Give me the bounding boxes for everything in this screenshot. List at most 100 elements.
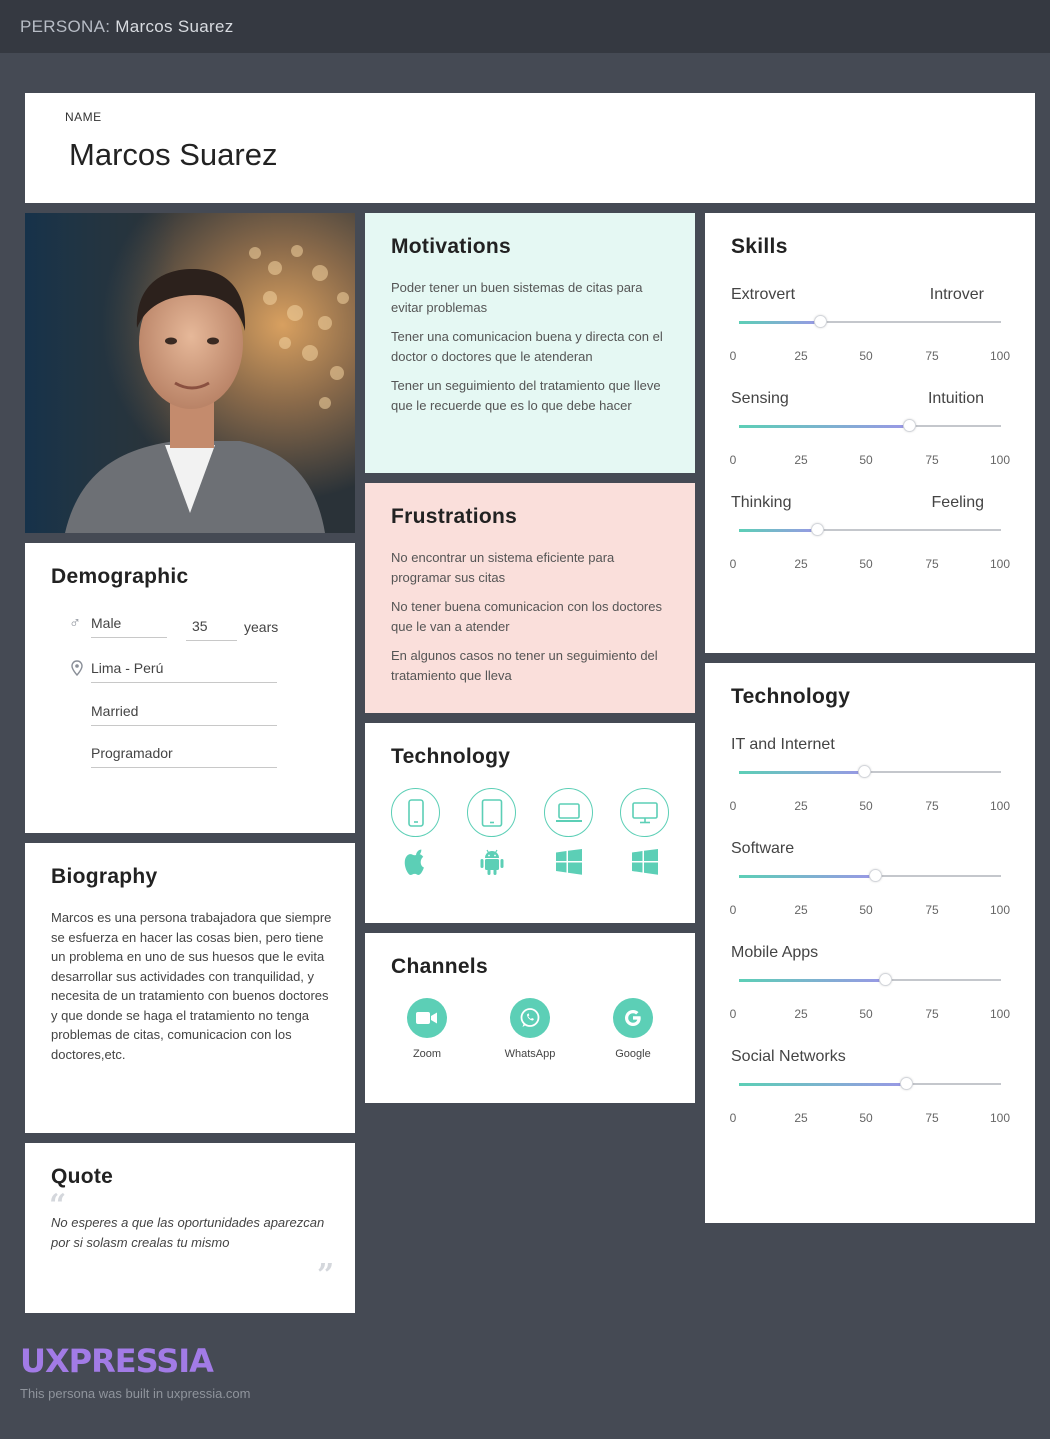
slider-tick: 75 — [925, 799, 939, 813]
slider-track[interactable] — [739, 973, 1001, 986]
skill-slider: Thinking Feeling 0 25 50 75 100 — [705, 494, 1035, 584]
motivations-title: Motivations — [391, 235, 511, 258]
frustration-item[interactable]: No encontrar un sistema eficiente para p… — [391, 548, 673, 587]
slider-tick: 75 — [925, 349, 939, 363]
slider-track[interactable] — [739, 765, 1001, 778]
top-bar: PERSONA: Marcos Suarez — [0, 0, 1050, 53]
slider-tick: 50 — [859, 799, 873, 813]
channel-label-whatsapp: WhatsApp — [504, 1048, 556, 1060]
slider-tick: 25 — [794, 453, 808, 467]
slider-fill — [739, 770, 865, 774]
age-field[interactable]: 35 — [186, 618, 237, 641]
occupation-field[interactable]: Programador — [91, 745, 277, 768]
slider-fill — [739, 874, 876, 878]
location-field[interactable]: Lima - Perú — [91, 660, 277, 683]
motivation-item[interactable]: Poder tener un buen sistemas de citas pa… — [391, 278, 673, 317]
skill-right-label: Intuition — [927, 390, 984, 407]
slider-tick: 75 — [925, 557, 939, 571]
gender-field[interactable]: Male — [91, 615, 167, 638]
motivations-list: Poder tener un buen sistemas de citas pa… — [391, 278, 673, 425]
frustration-item[interactable]: En algunos casos no tener un seguimiento… — [391, 646, 673, 685]
slider-tick: 25 — [794, 557, 808, 571]
slider-track[interactable] — [739, 523, 1001, 536]
slider-track[interactable] — [739, 869, 1001, 882]
biography-card: Biography Marcos es una persona trabajad… — [25, 843, 355, 1133]
slider-track[interactable] — [739, 1077, 1001, 1090]
frustrations-card: Frustrations No encontrar un sistema efi… — [365, 483, 695, 713]
tech-label: Software — [731, 840, 795, 857]
slider-track[interactable] — [739, 315, 1001, 328]
skill-right-label: Introver — [929, 286, 984, 303]
slider-tick: 50 — [859, 557, 873, 571]
phone-icon[interactable] — [391, 788, 440, 837]
persona-title: Marcos Suarez — [115, 17, 234, 36]
uxpressia-logo[interactable]: UXPRESSIA — [20, 1342, 214, 1380]
frustrations-title: Frustrations — [391, 505, 518, 528]
age-unit-label: years — [244, 619, 279, 635]
pin-icon — [71, 660, 83, 681]
slider-tick: 25 — [794, 903, 808, 917]
persona-name[interactable]: Marcos Suarez — [69, 137, 277, 173]
skill-right-label: Feeling — [931, 494, 984, 511]
channel-label-zoom: Zoom — [412, 1048, 442, 1060]
tech-slider: Social Networks 0 25 50 75 100 — [705, 1048, 1035, 1138]
android-icon[interactable] — [477, 847, 507, 877]
technology-devices-title: Technology — [391, 745, 511, 768]
biography-title: Biography — [51, 865, 158, 888]
slider-handle[interactable] — [811, 523, 825, 536]
slider-tick: 75 — [925, 1007, 939, 1021]
channels-title: Channels — [391, 955, 488, 978]
channels-card: Channels Zoom WhatsApp Google — [365, 933, 695, 1103]
slider-tick: 0 — [729, 453, 737, 467]
slider-tick: 75 — [925, 1111, 939, 1125]
apple-icon[interactable] — [401, 847, 431, 877]
skills-card: Skills Extrovert Introver 0 25 50 75 100… — [705, 213, 1035, 653]
slider-tick: 0 — [729, 557, 737, 571]
slider-handle[interactable] — [868, 869, 882, 882]
persona-photo[interactable] — [25, 213, 355, 533]
slider-tick: 100 — [989, 557, 1011, 571]
motivation-item[interactable]: Tener un seguimiento del tratamiento que… — [391, 376, 673, 415]
slider-tick: 100 — [989, 1007, 1011, 1021]
slider-fill — [739, 528, 818, 532]
slider-handle[interactable] — [902, 419, 916, 432]
slider-tick: 50 — [859, 1111, 873, 1125]
slider-tick: 50 — [859, 349, 873, 363]
whatsapp-icon[interactable] — [510, 998, 550, 1038]
quote-text[interactable]: No esperes a que las oportunidades apare… — [51, 1213, 341, 1253]
tech-label: IT and Internet — [731, 736, 835, 753]
slider-handle[interactable] — [858, 765, 872, 778]
slider-tick: 25 — [794, 1007, 808, 1021]
name-card: NAME Marcos Suarez — [25, 93, 1035, 203]
windows-icon[interactable] — [554, 847, 584, 877]
tech-slider: Software 0 25 50 75 100 — [705, 840, 1035, 930]
laptop-icon[interactable] — [544, 788, 593, 837]
slider-tick: 25 — [794, 349, 808, 363]
slider-fill — [739, 320, 821, 324]
slider-tick: 25 — [794, 799, 808, 813]
tech-slider: Mobile Apps 0 25 50 75 100 — [705, 944, 1035, 1034]
frustration-item[interactable]: No tener buena comunicacion con los doct… — [391, 597, 673, 636]
slider-tick: 0 — [729, 799, 737, 813]
slider-handle[interactable] — [879, 973, 893, 986]
desktop-icon[interactable] — [620, 788, 669, 837]
close-quote-icon: ” — [317, 1258, 335, 1293]
skill-slider: Extrovert Introver 0 25 50 75 100 — [705, 286, 1035, 376]
biography-text[interactable]: Marcos es una persona trabajadora que si… — [51, 908, 333, 1064]
technology-levels-title: Technology — [731, 685, 851, 708]
slider-handle[interactable] — [900, 1077, 914, 1090]
slider-track[interactable] — [739, 419, 1001, 432]
tech-label: Mobile Apps — [731, 944, 819, 961]
slider-tick: 75 — [925, 453, 939, 467]
motivation-item[interactable]: Tener una comunicacion buena y directa c… — [391, 327, 673, 366]
video-camera-icon[interactable] — [407, 998, 447, 1038]
slider-tick: 100 — [989, 453, 1011, 467]
slider-tick: 50 — [859, 453, 873, 467]
slider-tick: 25 — [794, 1111, 808, 1125]
slider-handle[interactable] — [813, 315, 827, 328]
slider-tick: 100 — [989, 903, 1011, 917]
google-icon[interactable] — [613, 998, 653, 1038]
windows-icon[interactable] — [630, 847, 660, 877]
marital-status-field[interactable]: Married — [91, 703, 277, 726]
tablet-icon[interactable] — [467, 788, 516, 837]
